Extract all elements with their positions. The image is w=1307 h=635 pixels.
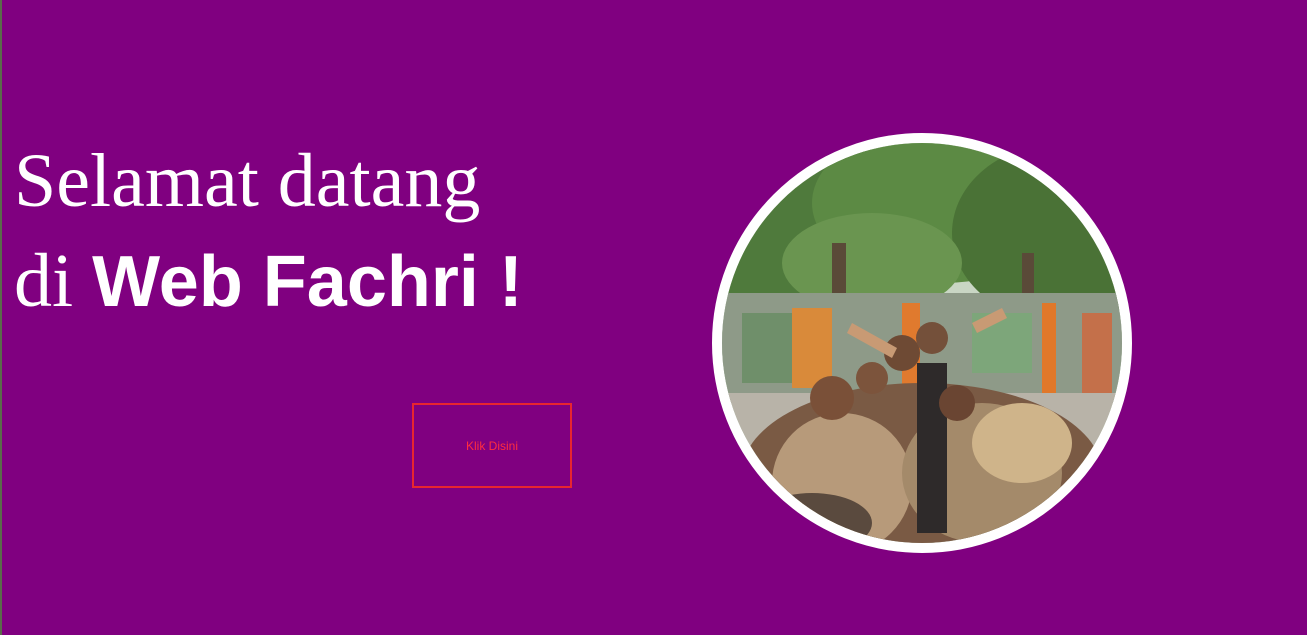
- hero-prefix: di: [14, 239, 74, 323]
- group-photo-image: [722, 143, 1122, 543]
- hero-headline: Selamat datang di Web Fachri !: [14, 136, 523, 337]
- hero-title-line: di Web Fachri !: [14, 226, 523, 337]
- group-photo: [712, 133, 1132, 553]
- page-background: Selamat datang di Web Fachri ! Klik Disi…: [0, 0, 1307, 635]
- hero-brand: Web Fachri !: [92, 242, 523, 322]
- cta-button[interactable]: Klik Disini: [412, 403, 572, 488]
- hero-greeting: Selamat datang: [14, 139, 481, 223]
